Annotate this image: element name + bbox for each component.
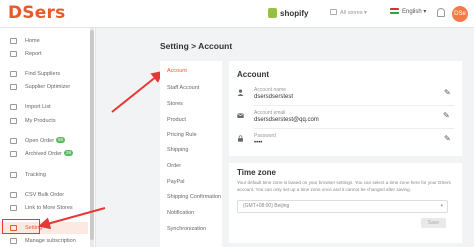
stores-label: All stores (340, 10, 363, 16)
account-password-value: •••• (254, 140, 263, 146)
sidebar-item-label: My Products (25, 118, 56, 124)
edit-name-pencil-icon[interactable]: ✎ (444, 89, 451, 97)
sidebar-item-label: Manage subscription (25, 238, 76, 244)
dsers-logo[interactable]: DSers (8, 3, 65, 23)
find-suppliers-icon (10, 71, 17, 77)
shopify-icon (268, 8, 277, 18)
edit-email-pencil-icon[interactable]: ✎ (443, 112, 450, 120)
person-icon (237, 89, 244, 96)
sidebar-item-csv-bulk-order[interactable]: CSV Bulk Order (0, 189, 88, 201)
account-name-label: Account name (254, 87, 286, 93)
sidebar-item-find-suppliers[interactable]: Find Suppliers (0, 68, 88, 80)
import-list-icon (10, 104, 17, 110)
divider (254, 128, 454, 129)
chevron-down-icon: ▾ (440, 203, 443, 209)
sidebar-item-label: Report (25, 51, 42, 57)
menu-item-stores[interactable]: Stores (167, 101, 183, 107)
sidebar-item-label: Open Order (25, 138, 55, 144)
account-name-value: dsersdserstest (254, 94, 294, 100)
platform-label: shopify (280, 9, 309, 18)
timezone-value: (GMT+08:00) Beijing (243, 203, 290, 209)
sidebar-item-label: CSV Bulk Order (25, 192, 65, 198)
bell-icon[interactable] (437, 8, 445, 17)
menu-item-shipping[interactable]: Shipping (167, 147, 188, 153)
sidebar-scrollbar-thumb[interactable] (90, 30, 94, 240)
sidebar-item-import-list[interactable]: Import List (0, 101, 88, 113)
timezone-title: Time zone (237, 168, 276, 177)
csv-icon (10, 192, 17, 198)
account-title: Account (237, 70, 269, 79)
sidebar-item-link-stores[interactable]: Link to More Stores (0, 202, 88, 214)
sidebar-item-supplier-optimizer[interactable]: Supplier Optimizer (0, 81, 88, 93)
language-label: English (402, 9, 422, 15)
sidebar-item-my-products[interactable]: My Products (0, 115, 88, 127)
menu-item-account[interactable]: Account (167, 68, 187, 74)
sidebar-item-manage-subscription[interactable]: Manage subscription (0, 235, 88, 247)
timezone-description: Your default time zone is based on your … (237, 180, 451, 192)
timezone-card: Time zone Your default time zone is base… (229, 163, 462, 243)
sidebar-item-archived-order[interactable]: Archived Order 29 (0, 148, 88, 160)
sidebar-item-tracking[interactable]: Tracking (0, 169, 88, 181)
optimizer-icon (10, 84, 17, 90)
archived-order-icon (10, 151, 17, 157)
save-button[interactable]: Save (421, 218, 446, 228)
home-icon (10, 38, 17, 44)
sidebar-item-report[interactable]: Report (0, 48, 88, 60)
menu-item-shipping-confirmation[interactable]: Shipping Confirmation (167, 194, 221, 200)
report-icon (10, 51, 17, 57)
sidebar-item-label: Supplier Optimizer (25, 84, 71, 90)
arrow-to-account-tab (111, 70, 164, 113)
sidebar: Home Report Find Suppliers Supplier Opti… (0, 28, 96, 247)
setting-highlight-box (2, 219, 40, 234)
language-selector[interactable]: English ▾ (390, 8, 426, 15)
lock-icon (238, 135, 243, 142)
menu-item-order[interactable]: Order (167, 163, 181, 169)
edit-password-pencil-icon[interactable]: ✎ (444, 135, 451, 143)
menu-item-notification[interactable]: Notification (167, 210, 194, 216)
sidebar-item-label: Find Suppliers (25, 71, 61, 77)
platform-selector[interactable]: shopify (268, 8, 308, 18)
sidebar-item-open-order[interactable]: Open Order 58 (0, 135, 88, 147)
sidebar-item-home[interactable]: Home (0, 35, 88, 47)
account-card: Account Account name dsersdserstest ✎ Ac… (229, 61, 462, 156)
flag-icon (390, 8, 399, 14)
menu-item-product[interactable]: Product (167, 117, 186, 123)
sidebar-item-label: Link to More Stores (25, 205, 73, 211)
avatar[interactable]: DSe (452, 6, 468, 22)
sidebar-item-label: Archived Order (25, 151, 62, 157)
account-email-value: dsersdserstest@qq.com (254, 117, 319, 123)
settings-menu: Account Staff Account Stores Product Pri… (160, 61, 222, 247)
top-bar: DSers shopify All stores ▾ English ▾ DSe (0, 0, 474, 28)
menu-item-paypal[interactable]: PayPal (167, 179, 184, 185)
page-title: Setting > Account (160, 41, 233, 51)
open-order-icon (10, 138, 17, 144)
timezone-select[interactable]: (GMT+08:00) Beijing ▾ (237, 200, 448, 213)
menu-item-staff-account[interactable]: Staff Account (167, 85, 199, 91)
menu-item-synchronization[interactable]: Synchronization (167, 226, 206, 232)
account-password-label: Password (254, 133, 276, 139)
divider (254, 105, 454, 106)
order-count-badge: 58 (56, 137, 66, 143)
sidebar-item-label: Tracking (25, 172, 46, 178)
store-selector[interactable]: All stores ▾ (330, 9, 367, 16)
subscription-icon (10, 238, 17, 244)
link-icon (10, 205, 17, 211)
menu-item-pricing-rule[interactable]: Pricing Rule (167, 132, 197, 138)
tracking-icon (10, 172, 17, 178)
mail-icon (237, 113, 244, 118)
sidebar-item-label: Home (25, 38, 40, 44)
order-count-badge: 29 (64, 150, 74, 156)
store-icon (330, 9, 337, 15)
products-icon (10, 118, 17, 124)
sidebar-item-label: Import List (25, 104, 51, 110)
account-email-label: Account email (254, 110, 286, 116)
